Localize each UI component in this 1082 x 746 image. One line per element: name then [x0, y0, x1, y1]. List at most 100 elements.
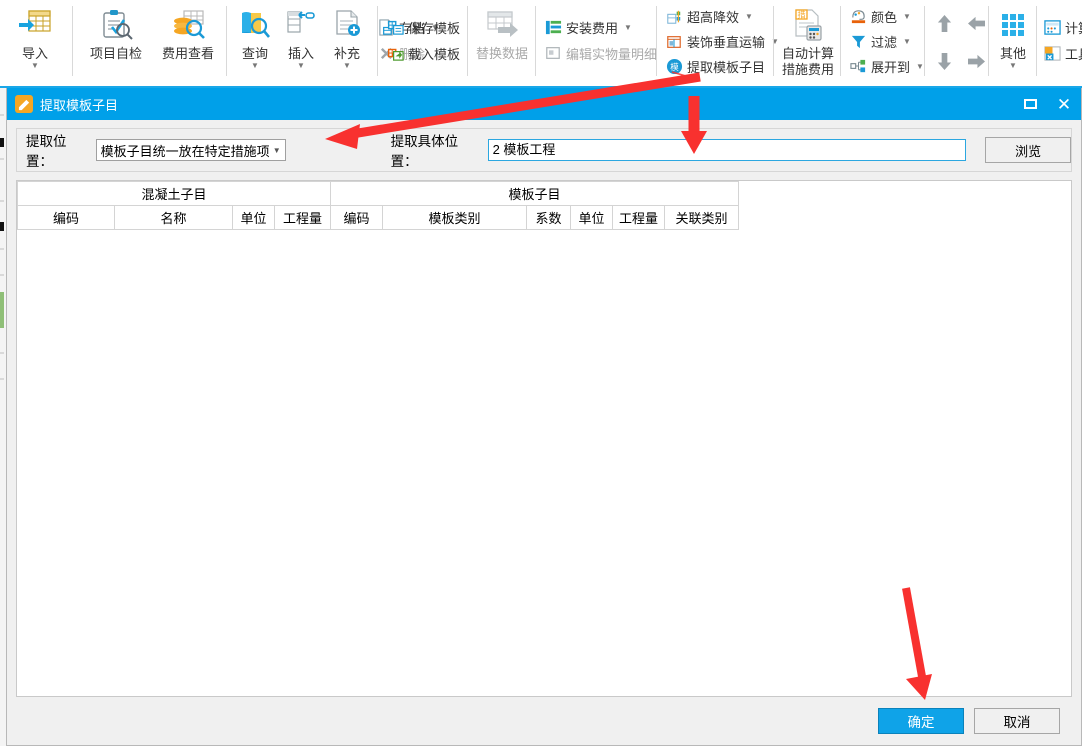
ribbon-separator	[988, 6, 989, 76]
ribbon-button-tools[interactable]: 工具	[1040, 40, 1082, 66]
grid-col-concrete-name[interactable]: 名称	[114, 205, 233, 230]
ribbon-label-edit-detail: 编辑实物量明细	[566, 46, 658, 62]
ribbon-toolbar: 导入 ▼ 项目自检 费用查看 查询 ▼ 插入 ▼ 补充 ▼ 存档 ▼ 删除 保存…	[0, 0, 1082, 88]
position-dropdown[interactable]: 模板子目统一放在特定措施项下 ▼	[95, 139, 286, 161]
chevron-down-icon[interactable]: ▼	[297, 62, 305, 70]
ribbon-group-tools: 计算 工具	[1040, 0, 1082, 86]
grid-col-concrete-code[interactable]: 编码	[17, 205, 115, 230]
save-template-icon	[386, 18, 404, 36]
ribbon-button-query[interactable]: 查询 ▼	[232, 0, 278, 84]
cancel-button[interactable]: 取消	[974, 708, 1060, 734]
dialog-title-bar: 提取模板子目 ✕	[7, 88, 1081, 120]
arrow-right-icon[interactable]	[967, 53, 986, 70]
position-label: 提取位置：	[26, 134, 67, 169]
ribbon-label-insert: 插入	[287, 46, 314, 61]
grid-col-template-category[interactable]: 模板类别	[382, 205, 527, 230]
ribbon-label-other: 其他	[999, 46, 1026, 61]
arrow-left-icon[interactable]	[967, 15, 986, 32]
arrow-up-icon[interactable]	[936, 14, 953, 33]
ribbon-separator	[226, 6, 227, 76]
ribbon-button-supplement[interactable]: 补充 ▼	[324, 0, 370, 84]
ribbon-separator	[840, 6, 841, 76]
color-icon	[849, 8, 867, 26]
ribbon-button-auto-calc[interactable]: 措 自动计算 措施费用	[778, 0, 838, 84]
ribbon-button-color[interactable]: 颜色 ▼	[846, 4, 927, 29]
chevron-down-icon[interactable]: ▼	[745, 12, 753, 21]
ribbon-group-other: 其他 ▼	[990, 0, 1036, 86]
ribbon-label-extract-template: 提取模板子目	[687, 60, 766, 75]
ribbon-label-self-check: 项目自检	[89, 46, 142, 61]
ribbon-button-filter[interactable]: 过滤 ▼	[846, 29, 927, 54]
chevron-down-icon[interactable]: ▼	[624, 23, 632, 32]
grid-group-header-concrete: 混凝土子目	[17, 181, 331, 206]
chevron-down-icon[interactable]: ▼	[916, 62, 924, 71]
ribbon-separator	[72, 6, 73, 76]
grid-col-concrete-unit[interactable]: 单位	[232, 205, 275, 230]
chevron-down-icon[interactable]: ▼	[343, 62, 351, 70]
ribbon-label-install-fee: 安装费用	[566, 20, 619, 36]
ok-button[interactable]: 确定	[878, 708, 964, 734]
ribbon-label-auto-calc-1: 自动计算	[781, 46, 834, 61]
ribbon-button-vertical-transport[interactable]: 装饰垂直运输 ▼	[662, 29, 782, 54]
grid-col-template-quantity[interactable]: 工程量	[612, 205, 665, 230]
close-icon[interactable]: ✕	[1047, 88, 1081, 120]
detail-position-input[interactable]: 2 模板工程	[487, 139, 967, 161]
svg-text:措: 措	[798, 10, 806, 20]
ribbon-group-template: 保存模板 载入模板	[383, 0, 463, 86]
grid-col-concrete-quantity[interactable]: 工程量	[274, 205, 331, 230]
ribbon-button-insert[interactable]: 插入 ▼	[278, 0, 324, 84]
ribbon-group-check: 项目自检 费用查看	[80, 0, 224, 86]
ribbon-button-height-efficiency[interactable]: 超高降效 ▼	[662, 4, 782, 29]
chevron-down-icon[interactable]: ▼	[31, 62, 39, 70]
ribbon-button-install-fee[interactable]: 安装费用 ▼	[541, 14, 660, 40]
page-plus-icon	[331, 5, 363, 45]
ribbon-button-expand-to[interactable]: 展开到 ▼	[846, 54, 927, 79]
chevron-down-icon[interactable]: ▼	[903, 12, 911, 21]
grid-col-template-unit[interactable]: 单位	[570, 205, 613, 230]
ribbon-button-fee-view[interactable]: 费用查看	[152, 0, 224, 84]
ribbon-group-import: 导入 ▼	[2, 0, 68, 86]
auto-calc-icon: 措	[790, 5, 826, 45]
ribbon-button-other[interactable]: 其他 ▼	[990, 0, 1036, 84]
chevron-down-icon[interactable]: ▼	[251, 62, 259, 70]
ribbon-button-extract-template[interactable]: 模 提取模板子目	[662, 54, 782, 79]
book-search-icon	[239, 5, 271, 45]
grid-col-related-category[interactable]: 关联类别	[664, 205, 739, 230]
ribbon-label-expand-to: 展开到	[871, 60, 911, 75]
ribbon-button-save-template[interactable]: 保存模板	[383, 14, 463, 40]
ribbon-group-move	[928, 0, 992, 86]
replace-data-icon	[484, 5, 520, 45]
ribbon-button-load-template[interactable]: 载入模板	[383, 40, 463, 66]
ribbon-separator	[535, 6, 536, 76]
ribbon-label-supplement: 补充	[333, 46, 360, 61]
arrow-down-icon[interactable]	[936, 52, 953, 71]
chevron-down-icon[interactable]: ▼	[903, 37, 911, 46]
chevron-down-icon[interactable]: ▼	[269, 146, 285, 155]
grid-col-template-code[interactable]: 编码	[330, 205, 383, 230]
ribbon-button-import[interactable]: 导入 ▼	[2, 0, 68, 84]
ribbon-group-auto-calc: 措 自动计算 措施费用	[778, 0, 838, 86]
ribbon-separator	[1036, 6, 1037, 76]
ribbon-group-view: 颜色 ▼ 过滤 ▼ 展开到 ▼	[846, 0, 927, 86]
insert-row-icon	[285, 5, 317, 45]
clipboard-check-icon	[99, 5, 133, 45]
expand-to-icon	[849, 58, 867, 76]
grid-table: 混凝土子目 模板子目 编码 名称 单位 工程量 编码 模板类别 系数 单位 工程…	[17, 181, 739, 230]
dialog-footer: 确定 取消	[16, 697, 1072, 745]
grid-col-coefficient[interactable]: 系数	[526, 205, 571, 230]
ribbon-button-edit-detail[interactable]: 编辑实物量明细	[541, 40, 660, 66]
ribbon-label-filter: 过滤	[871, 35, 898, 50]
dialog-body: 提取位置： 模板子目统一放在特定措施项下 ▼ 提取具体位置： 2 模板工程 浏览…	[7, 120, 1081, 745]
ribbon-label-auto-calc-2: 措施费用	[781, 62, 834, 77]
ribbon-button-replace-data[interactable]: 替换数据	[472, 0, 532, 84]
extract-template-icon: 模	[665, 58, 683, 76]
maximize-icon[interactable]	[1013, 88, 1047, 120]
ribbon-group-measures: 超高降效 ▼ 装饰垂直运输 ▼ 模 提取模板子目	[662, 0, 782, 86]
browse-button[interactable]: 浏览	[985, 137, 1071, 163]
ribbon-button-calculate[interactable]: 计算	[1040, 14, 1082, 40]
ribbon-label-load-template: 载入模板	[408, 46, 461, 62]
ribbon-button-self-check[interactable]: 项目自检	[80, 0, 152, 84]
result-grid[interactable]: 混凝土子目 模板子目 编码 名称 单位 工程量 编码 模板类别 系数 单位 工程…	[16, 180, 1072, 697]
install-fee-icon	[544, 18, 562, 36]
chevron-down-icon[interactable]: ▼	[1009, 62, 1017, 70]
